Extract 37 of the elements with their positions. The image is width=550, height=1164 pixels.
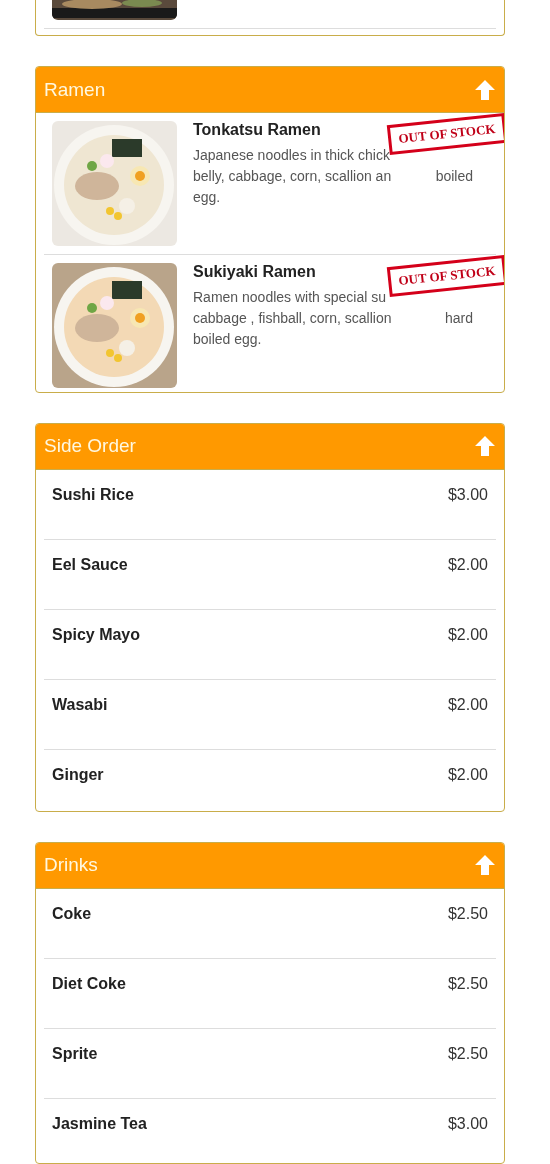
item-price: $2.00 [447,555,488,575]
item-name: Tonkatsu Ramen [193,121,321,140]
item-name: Wasabi [52,695,108,714]
item-description: hard [444,309,473,329]
item-name: Eel Sauce [52,555,128,574]
item-name: Spicy Mayo [52,625,141,644]
item-price: $2.00 [447,765,488,785]
item-price: $2.00 [447,625,488,645]
item-price: $2.50 [447,1044,488,1064]
out-of-stock-stamp: OUT OF STOCK [386,255,504,298]
item-name: Jasmine Tea [52,1114,147,1133]
item-price: $2.50 [447,974,488,994]
item-price: $2.50 [447,904,488,924]
item-price: $2.00 [447,695,488,715]
category-title: Side Order [44,435,136,457]
item-name: Sukiyaki Ramen [193,263,316,282]
item-name: Sushi Rice [52,485,134,504]
category-header[interactable]: Ramen [36,67,504,114]
item-description: cabbage , fishball, corn, scallion [193,309,392,329]
item-name: Diet Coke [52,974,126,993]
category-title: Drinks [44,854,98,877]
category-title: Ramen [44,78,106,101]
arrow-up-icon[interactable] [474,78,496,101]
item-description: belly, cabbage, corn, scallion an [193,167,392,187]
arrow-up-icon[interactable] [474,854,496,877]
arrow-up-icon[interactable] [474,435,496,457]
item-name: Coke [52,904,92,923]
item-price: $3.00 [447,485,488,505]
item-description: boiled egg. [193,330,262,350]
item-name: Sprite [52,1044,98,1063]
item-price: $3.00 [447,1114,488,1134]
item-description: Ramen noodles with special su [193,288,386,308]
category-header[interactable]: Side Order [36,423,504,470]
category-header[interactable]: Drinks [36,842,504,889]
item-description: boiled [435,167,473,187]
item-name: Ginger [52,765,104,784]
item-description: egg. [193,188,221,208]
